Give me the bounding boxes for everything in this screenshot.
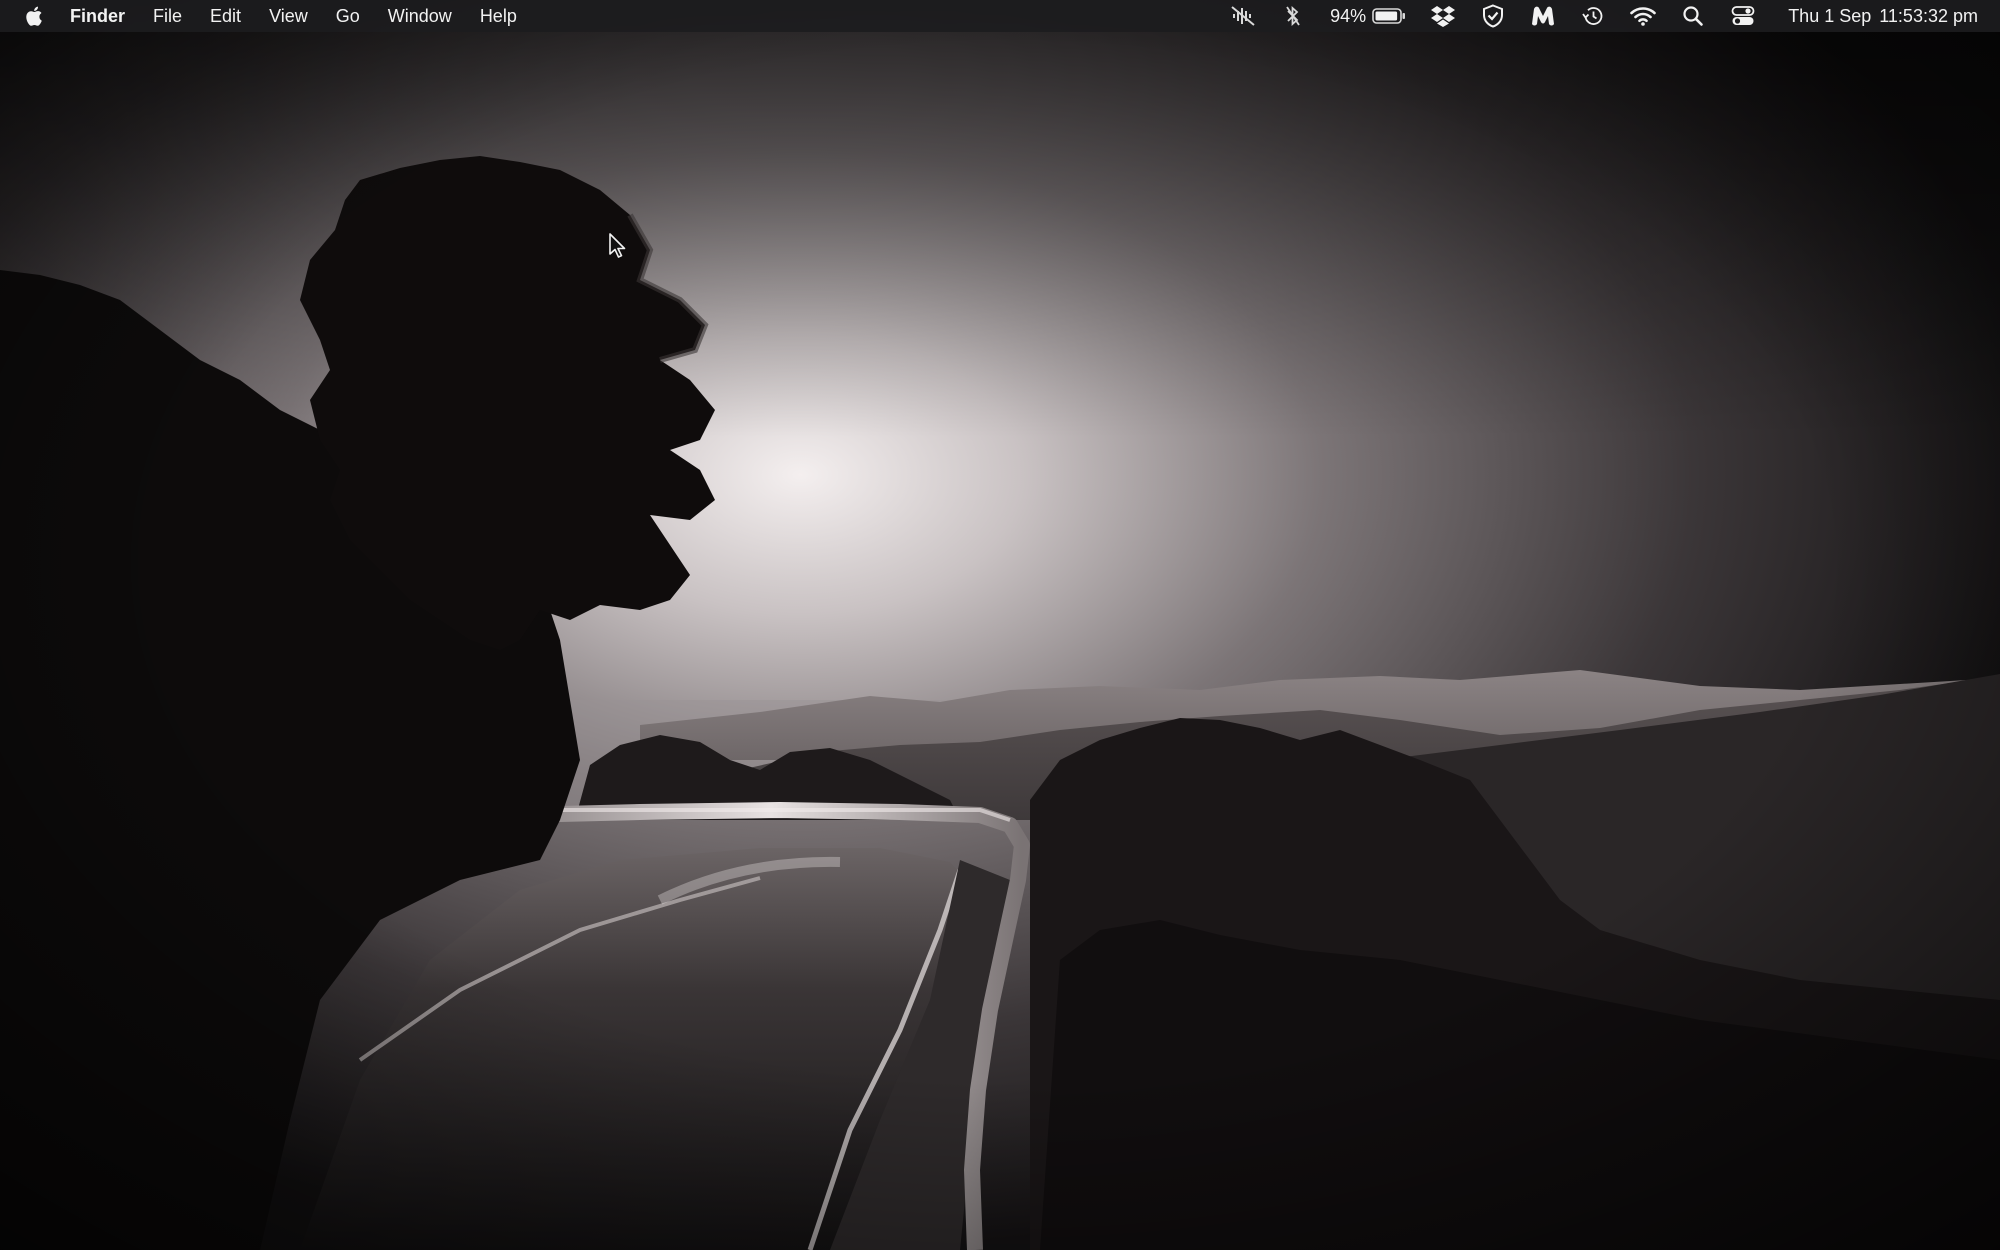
desktop-wallpaper: [0, 0, 2000, 1250]
control-center-icon[interactable]: [1729, 0, 1757, 32]
menu-bar-clock[interactable]: Thu 1 Sep 11:53:32 pm: [1780, 0, 1978, 32]
menu-bar-status-area: 94% Thu 1 Sep 11:53:32 pm: [1218, 0, 1978, 32]
spotlight-search-icon[interactable]: [1679, 0, 1707, 32]
malwarebytes-icon[interactable]: [1529, 0, 1557, 32]
desktop[interactable]: Finder File Edit View Go Window Help 94%…: [0, 0, 2000, 1250]
mic-muted-icon[interactable]: [1229, 0, 1257, 32]
menu-bar-left: Finder File Edit View Go Window Help: [0, 0, 531, 32]
battery-status[interactable]: 94%: [1330, 0, 1406, 32]
apple-logo-icon[interactable]: [24, 0, 46, 32]
clock-date: Thu 1 Sep: [1788, 6, 1872, 26]
shield-check-icon[interactable]: [1479, 0, 1507, 32]
battery-percent: 94%: [1330, 6, 1367, 26]
dropbox-icon[interactable]: [1429, 0, 1457, 32]
battery-icon: [1372, 8, 1406, 24]
menu-view[interactable]: View: [255, 0, 322, 32]
menu-app-finder[interactable]: Finder: [56, 0, 139, 32]
clock-time: 11:53:32 pm: [1879, 6, 1978, 26]
menu-bar: Finder File Edit View Go Window Help 94%…: [0, 0, 2000, 32]
menu-help[interactable]: Help: [466, 0, 531, 32]
bluetooth-off-icon[interactable]: [1279, 0, 1307, 32]
time-machine-icon[interactable]: [1579, 0, 1607, 32]
mouse-pointer-icon: [609, 233, 626, 258]
menu-window[interactable]: Window: [374, 0, 466, 32]
menu-edit[interactable]: Edit: [196, 0, 255, 32]
menu-file[interactable]: File: [139, 0, 196, 32]
menu-go[interactable]: Go: [322, 0, 374, 32]
wifi-icon[interactable]: [1629, 0, 1657, 32]
